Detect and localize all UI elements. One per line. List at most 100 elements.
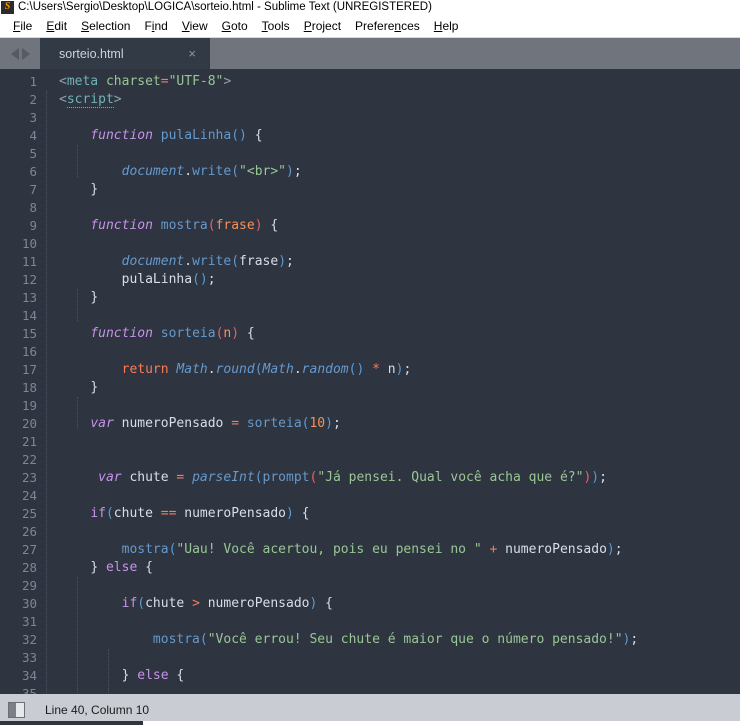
- cursor-position-label: Line 40, Column 10: [45, 702, 150, 717]
- line-number: 12: [21, 272, 37, 287]
- code-editor[interactable]: 1 2 3 4 5 6 7 8 9 10 11 12 13 14 15 16 17 18 19 20 21 22 23 24 2…: [0, 69, 740, 694]
- code-area[interactable]: <meta charset="UTF-8"> <script> function…: [46, 69, 740, 694]
- code-line: } else {: [90, 560, 153, 575]
- line-number: 9: [29, 218, 37, 233]
- line-number: 25: [21, 506, 37, 521]
- menu-item-selection[interactable]: Selection: [74, 17, 137, 35]
- menu-item-view[interactable]: View: [175, 17, 215, 35]
- indent-guide: [77, 289, 78, 321]
- code-line: }: [90, 380, 99, 395]
- code-line: }: [90, 182, 99, 197]
- line-number: 5: [29, 146, 37, 161]
- code-line: mostra("Você errou! Seu chute é maior qu…: [152, 632, 639, 647]
- line-number: 22: [21, 452, 37, 467]
- line-number: 28: [21, 560, 37, 575]
- sublime-text-app-icon: S: [1, 0, 14, 14]
- menu-item-edit[interactable]: Edit: [39, 17, 74, 35]
- line-number: 33: [21, 650, 37, 665]
- line-number: 6: [29, 164, 37, 179]
- line-number: 31: [21, 614, 37, 629]
- code-line: document.write("<br>");: [121, 164, 302, 179]
- code-line: function mostra(frase) {: [90, 218, 279, 233]
- line-number: 35: [21, 686, 37, 694]
- menu-item-goto[interactable]: Goto: [215, 17, 255, 35]
- indent-guide: [46, 91, 47, 694]
- line-number: 17: [21, 362, 37, 377]
- line-number: 16: [21, 344, 37, 359]
- menu-item-file[interactable]: File: [6, 17, 39, 35]
- line-number: 32: [21, 632, 37, 647]
- line-number: 15: [21, 326, 37, 341]
- sublime-text-window: S C:\Users\Sergio\Desktop\LOGICA\sorteio…: [0, 0, 740, 725]
- line-number: 1: [29, 74, 37, 89]
- arrow-left-icon[interactable]: [10, 47, 19, 60]
- tab-label: sorteio.html: [59, 46, 124, 61]
- menu-bar: File Edit Selection Find View Goto Tools…: [0, 14, 740, 38]
- line-number: 18: [21, 380, 37, 395]
- title-bar: S C:\Users\Sergio\Desktop\LOGICA\sorteio…: [0, 0, 740, 14]
- menu-item-help[interactable]: Help: [427, 17, 466, 35]
- code-line: if(chute > numeroPensado) {: [121, 596, 333, 611]
- line-number: 29: [21, 578, 37, 593]
- tab-sorteio-html[interactable]: sorteio.html ×: [40, 38, 210, 69]
- line-number: 11: [21, 254, 37, 269]
- indent-guide: [108, 649, 109, 694]
- line-number: 30: [21, 596, 37, 611]
- app-icon-glyph: S: [4, 1, 11, 12]
- code-line: function pulaLinha() {: [90, 128, 263, 143]
- line-number: 13: [21, 290, 37, 305]
- menu-item-preferences[interactable]: Preferences: [348, 17, 427, 35]
- line-number: 14: [21, 308, 37, 323]
- line-number: 23: [21, 470, 37, 485]
- code-line: <meta charset="UTF-8">: [59, 74, 232, 89]
- code-line: pulaLinha();: [121, 272, 216, 287]
- window-title: C:\Users\Sergio\Desktop\LOGICA\sorteio.h…: [18, 1, 432, 13]
- indent-guide: [77, 397, 78, 429]
- tab-nav-arrows: [0, 38, 40, 69]
- line-number: 20: [21, 416, 37, 431]
- code-line: return Math.round(Math.random() * n);: [121, 362, 412, 377]
- code-line: <script>: [59, 92, 122, 108]
- taskbar-edge: [0, 721, 143, 725]
- line-number-gutter: 1 2 3 4 5 6 7 8 9 10 11 12 13 14 15 16 17 18 19 20 21 22 23 24 2…: [0, 69, 46, 694]
- indent-guide: [77, 577, 78, 694]
- code-line: mostra("Uau! Você acertou, pois eu pense…: [121, 542, 623, 557]
- line-number: 34: [21, 668, 37, 683]
- indent-guide: [77, 145, 78, 177]
- code-line: var chute = parseInt(prompt("Já pensei. …: [98, 470, 607, 485]
- arrow-right-icon[interactable]: [21, 47, 30, 60]
- line-number: 19: [21, 398, 37, 413]
- menu-item-project[interactable]: Project: [297, 17, 348, 35]
- line-number: 2: [29, 92, 37, 107]
- menu-item-tools[interactable]: Tools: [255, 17, 297, 35]
- line-number: 27: [21, 542, 37, 557]
- code-line: if(chute == numeroPensado) {: [90, 506, 310, 521]
- code-line: var numeroPensado = sorteia(10);: [90, 416, 341, 431]
- code-line: } else {: [121, 668, 185, 683]
- line-number: 10: [21, 236, 37, 251]
- code-line: document.write(frase);: [121, 254, 294, 269]
- line-number: 4: [29, 128, 37, 143]
- menu-item-find[interactable]: Find: [137, 17, 174, 35]
- window-bottom-edge: [0, 721, 740, 725]
- code-line: function sorteia(n) {: [90, 326, 255, 341]
- close-icon[interactable]: ×: [178, 47, 210, 60]
- sidebar-toggle-icon[interactable]: [8, 701, 25, 718]
- line-number: 3: [29, 110, 37, 125]
- line-number: 26: [21, 524, 37, 539]
